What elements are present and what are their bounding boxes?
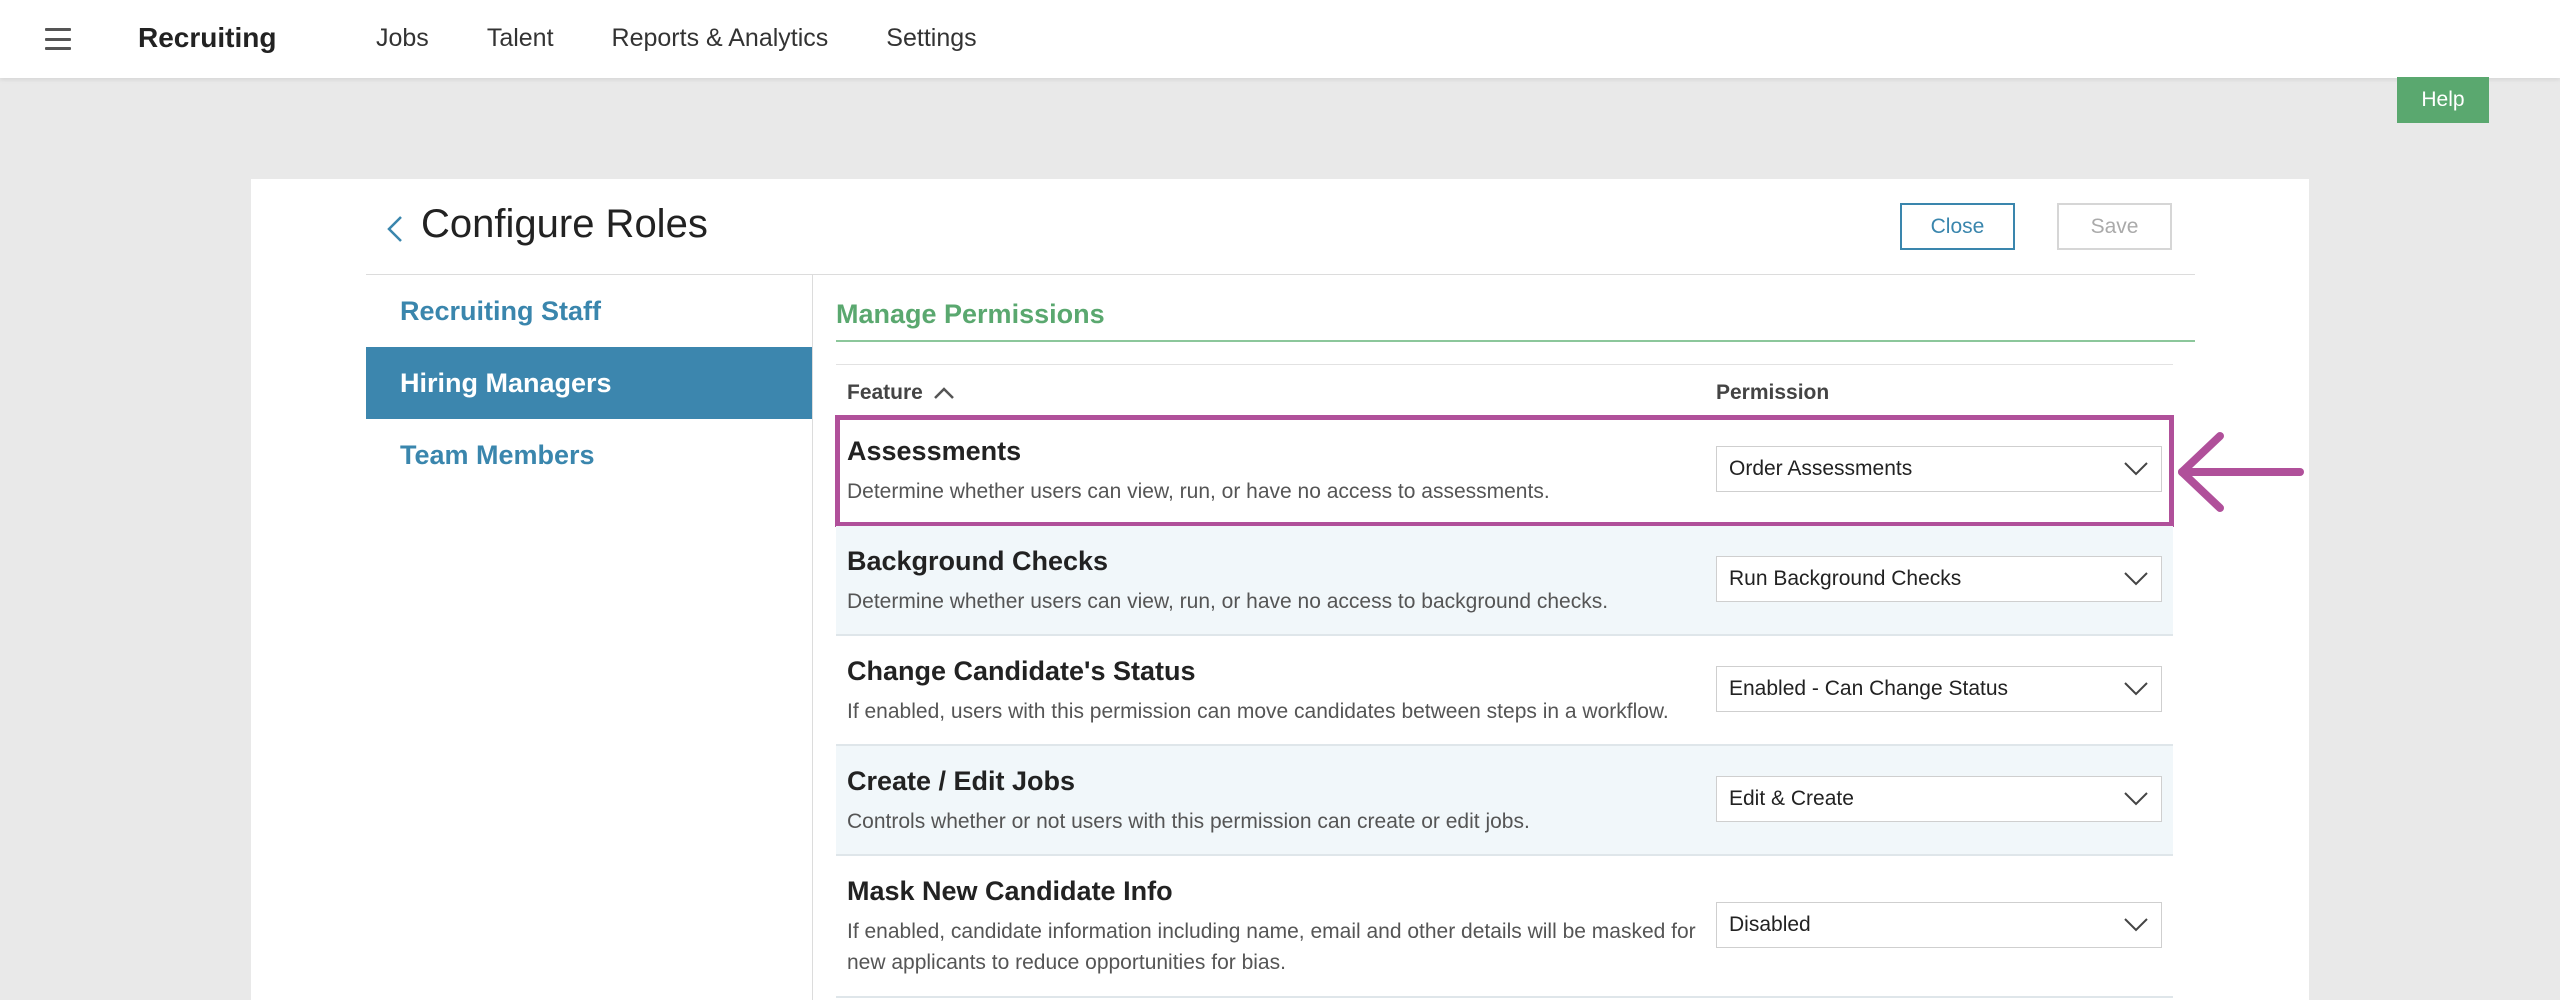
roles-sidebar: Recruiting Staff Hiring Managers Team Me… bbox=[366, 275, 812, 491]
permission-select[interactable]: Edit & Create bbox=[1716, 776, 2162, 822]
page-title: Configure Roles bbox=[421, 202, 708, 246]
close-button[interactable]: Close bbox=[1900, 203, 2015, 250]
sidebar-divider bbox=[812, 275, 813, 1000]
permission-select[interactable]: Order Assessments bbox=[1716, 446, 2162, 492]
feature-name: Create / Edit Jobs bbox=[847, 766, 1076, 796]
table-row: Assessments Determine whether users can … bbox=[835, 415, 2174, 527]
menu-icon[interactable] bbox=[45, 28, 71, 50]
nav-talent[interactable]: Talent bbox=[487, 24, 554, 53]
select-value: Edit & Create bbox=[1729, 787, 1854, 810]
section-rule bbox=[836, 340, 2195, 342]
select-value: Order Assessments bbox=[1729, 457, 1913, 480]
section-title: Manage Permissions bbox=[836, 299, 1105, 329]
chevron-up-icon[interactable] bbox=[933, 386, 955, 400]
save-button[interactable]: Save bbox=[2057, 203, 2172, 250]
permission-select[interactable]: Run Background Checks bbox=[1716, 556, 2162, 602]
nav-reports-analytics[interactable]: Reports & Analytics bbox=[612, 24, 829, 53]
annotation-arrow-icon bbox=[2178, 432, 2304, 512]
feature-description: If enabled, candidate information includ… bbox=[847, 920, 1696, 974]
select-value: Disabled bbox=[1729, 913, 1811, 936]
chevron-down-icon bbox=[2124, 462, 2148, 476]
sidebar-item-hiring-managers[interactable]: Hiring Managers bbox=[366, 347, 812, 419]
chevron-down-icon bbox=[2124, 572, 2148, 586]
feature-name: Background Checks bbox=[847, 546, 1109, 576]
page-header: Configure Roles Close Save bbox=[366, 179, 2195, 275]
chevron-down-icon bbox=[2124, 918, 2148, 932]
feature-header-label: Feature bbox=[847, 381, 923, 404]
table-row: Create / Edit Jobs Controls whether or n… bbox=[836, 746, 2173, 856]
top-bar: Recruiting Jobs Talent Reports & Analyti… bbox=[0, 0, 2560, 78]
permission-select[interactable]: Disabled bbox=[1716, 902, 2162, 948]
sidebar-item-recruiting-staff[interactable]: Recruiting Staff bbox=[366, 275, 812, 347]
chevron-left-icon[interactable] bbox=[386, 215, 404, 243]
permissions-table: Feature Permission Assessments Determine… bbox=[835, 364, 2174, 1000]
table-header: Feature Permission bbox=[836, 364, 2173, 416]
feature-name: Assessments bbox=[847, 436, 1022, 466]
chevron-down-icon bbox=[2124, 682, 2148, 696]
nav-jobs[interactable]: Jobs bbox=[376, 24, 429, 53]
sidebar-item-team-members[interactable]: Team Members bbox=[366, 419, 812, 491]
feature-name: Change Candidate's Status bbox=[847, 656, 1196, 686]
chevron-down-icon bbox=[2124, 792, 2148, 806]
feature-column-header[interactable]: Feature bbox=[847, 381, 955, 405]
feature-description: Determine whether users can view, run, o… bbox=[847, 590, 1609, 613]
app-brand[interactable]: Recruiting bbox=[138, 22, 276, 54]
feature-description: Controls whether or not users with this … bbox=[847, 810, 1530, 833]
table-row: Mask New Candidate Info If enabled, cand… bbox=[836, 856, 2173, 998]
table-rows: Assessments Determine whether users can … bbox=[835, 415, 2174, 998]
select-value: Run Background Checks bbox=[1729, 567, 1962, 590]
feature-description: Determine whether users can view, run, o… bbox=[847, 480, 1550, 503]
permission-column-header: Permission bbox=[1716, 381, 1830, 404]
permission-select[interactable]: Enabled - Can Change Status bbox=[1716, 666, 2162, 712]
feature-description: If enabled, users with this permission c… bbox=[847, 700, 1669, 723]
help-button[interactable]: Help bbox=[2397, 77, 2489, 123]
table-row: Background Checks Determine whether user… bbox=[836, 526, 2173, 636]
table-row: Change Candidate's Status If enabled, us… bbox=[836, 636, 2173, 746]
nav-settings[interactable]: Settings bbox=[886, 24, 976, 53]
feature-name: Mask New Candidate Info bbox=[847, 876, 1173, 906]
select-value: Enabled - Can Change Status bbox=[1729, 677, 2009, 700]
top-nav: Jobs Talent Reports & Analytics Settings bbox=[376, 24, 977, 53]
